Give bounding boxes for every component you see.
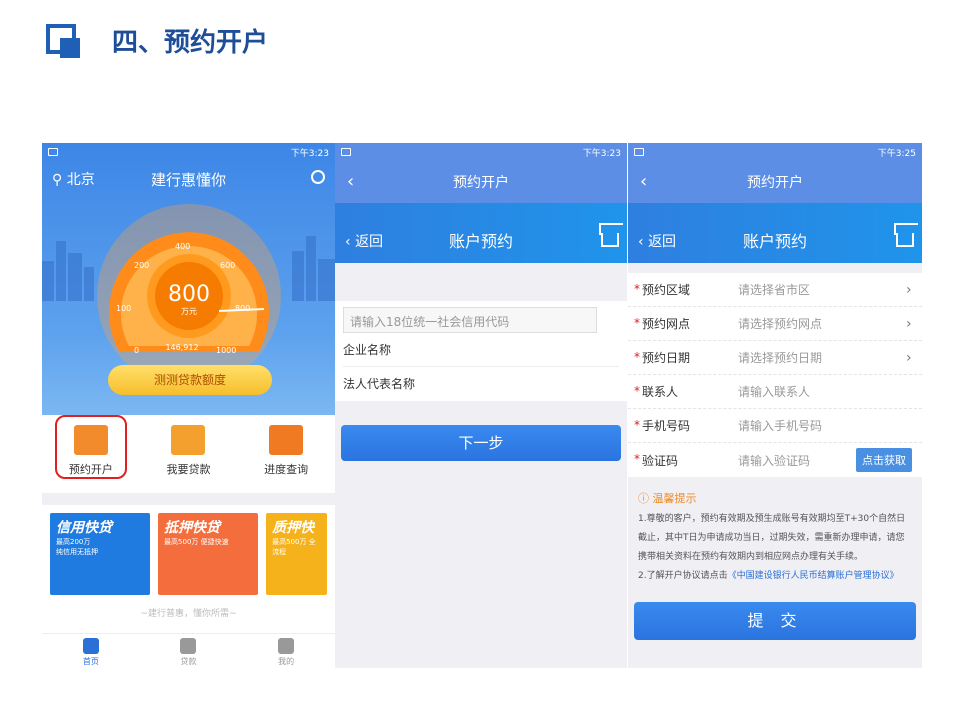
get-code-button[interactable]: 点击获取 [856,448,912,472]
status-time: 下午3:23 [290,148,329,159]
chevron-right-icon: › [906,281,912,298]
required-mark: * [634,418,640,432]
user-icon [278,638,295,654]
status-bar: 下午3:23 [335,143,627,161]
gauge-tick: 1000 [216,346,236,355]
tips-title: ⓘ 温馨提示 [638,492,697,505]
back-button[interactable]: ‹ 返回 [345,231,383,251]
region-field[interactable]: * 预约区域 请选择省市区 › [628,273,922,307]
menu-item-progress[interactable]: 进度查询 [246,415,326,493]
top-nav: ‹ 预约开户 [335,161,627,203]
branch-field[interactable]: * 预约网点 请选择预约网点 › [628,307,922,341]
gauge-tick: 200 [134,261,149,270]
date-field[interactable]: * 预约日期 请选择预约日期 › [628,341,922,375]
status-bar: 下午3:23 [42,143,335,161]
back-chevron-icon[interactable]: ‹ [347,171,354,192]
home-icon [82,638,99,654]
tab-home[interactable]: 首页 [61,638,121,668]
status-bar: 下午3:25 [628,143,922,161]
status-time: 下午3:23 [582,148,621,159]
required-mark: * [634,452,640,466]
notification-icon [341,148,351,156]
phone-field[interactable]: * 手机号码 请输入手机号码 [628,409,922,443]
banner-title: 信用快贷 [56,520,112,536]
top-nav: ‹ 预约开户 [628,161,922,203]
home-hero: 下午3:23 ⚲ 北京 建行惠懂你 0 100 200 400 600 800 … [42,143,335,415]
menu-item-label: 我要贷款 [166,463,211,476]
gauge-tick: 600 [220,261,235,270]
banner-mortgage-loan[interactable]: 抵押快贷 最高500万 便捷快速 [158,513,259,595]
loan-icon [171,425,206,455]
home-icon[interactable] [599,223,623,247]
loan-gauge: 0 100 200 400 600 800 1000 800 万元 146,91… [97,204,281,371]
menu-item-loan[interactable]: 我要贷款 [148,415,228,493]
gauge-unit: 万元 [181,307,197,316]
sub-nav: ‹ 返回 账户预约 [335,203,627,263]
quick-menu: 预约开户 我要贷款 进度查询 [42,415,335,493]
gauge-value: 800 [168,282,210,307]
menu-item-label: 进度查询 [264,463,309,476]
tab-mine[interactable]: 我的 [256,638,316,668]
calc-loan-button[interactable]: 测测贷款额度 [108,365,272,395]
tip-text: 1.尊敬的客户，预约有效期及预生成账号有效期均至T+30个自然日截止，其中T日为… [638,514,906,562]
app-title: 建行惠懂你 [150,171,226,189]
divider [42,493,335,505]
globe-icon[interactable] [311,170,325,184]
verify-code-field[interactable]: * 验证码 请输入验证码 点击获取 [628,443,922,477]
money-bag-icon [180,638,197,654]
product-banners: 信用快贷 最高200万 纯信用无抵押 抵押快贷 最高500万 便捷快速 质押快 … [42,505,335,605]
chevron-right-icon: › [906,315,912,332]
phone-screen-reserve-step1: 下午3:23 ‹ 预约开户 ‹ 返回 账户预约 请输入18位统一社会信用代码 企… [335,143,627,668]
gauge-sub-value: 146,912 [165,343,198,352]
next-step-button[interactable]: 下一步 [341,425,621,461]
slide-title-icon [46,24,80,58]
screen-title: 预约开户 [747,175,803,191]
legal-rep-field[interactable]: 法人代表名称 [343,367,619,401]
banner-pledge-loan[interactable]: 质押快 最高500万 全流程 [266,513,327,595]
screen-title: 预约开户 [453,175,509,191]
reserve-account-icon [73,425,108,455]
gauge-tick: 0 [134,346,139,355]
menu-item-reserve-account[interactable]: 预约开户 [51,415,131,493]
tips-section: ⓘ 温馨提示 1.尊敬的客户，预约有效期及预生成账号有效期均至T+30个自然日截… [628,477,922,586]
submit-button[interactable]: 提 交 [634,602,916,640]
back-chevron-icon[interactable]: ‹ [640,171,647,192]
home-icon[interactable] [894,223,918,247]
banner-line: 最高500万 全流程 [272,538,316,556]
tab-loan[interactable]: 贷款 [158,638,218,668]
notification-icon [634,148,644,156]
sub-nav: ‹ 返回 账户预约 [628,203,922,263]
phone-screen-home: 下午3:23 ⚲ 北京 建行惠懂你 0 100 200 400 600 800 … [42,143,335,668]
slide-title: 四、预约开户 [112,28,269,58]
company-name-field[interactable]: 企业名称 [343,333,619,367]
credit-code-input[interactable]: 请输入18位统一社会信用代码 [343,307,597,333]
bottom-tab-bar: 首页 贷款 我的 [42,633,335,668]
banner-title: 抵押快贷 [164,520,221,536]
banner-title: 质押快 [272,520,315,536]
slogan: ~建行普惠，懂你所需~ [42,605,335,633]
banner-line: 最高200万 [56,538,91,546]
notification-icon [48,148,58,156]
tip-text: 2.了解开户协议请点击《中国建设银行人民币结算账户管理协议》 [638,571,899,581]
contact-field[interactable]: * 联系人 请输入联系人 [628,375,922,409]
chevron-right-icon: › [906,349,912,366]
progress-search-icon [269,425,304,455]
required-mark: * [634,316,640,330]
banner-line: 纯信用无抵押 [56,548,98,556]
company-form: 请输入18位统一社会信用代码 企业名称 法人代表名称 [335,301,627,401]
phone-screen-reserve-step2: 下午3:25 ‹ 预约开户 ‹ 返回 账户预约 * 预约区域 请选择省市区 › … [628,143,922,668]
back-button[interactable]: ‹ 返回 [638,231,676,251]
gauge-tick: 400 [175,242,190,251]
agreement-link[interactable]: 《中国建设银行人民币结算账户管理协议》 [728,571,899,581]
gauge-tick: 100 [116,304,131,313]
banner-line: 最高500万 便捷快速 [164,538,229,546]
reservation-form: * 预约区域 请选择省市区 › * 预约网点 请选择预约网点 › * 预约日期 … [628,273,922,477]
required-mark: * [634,282,640,296]
required-mark: * [634,350,640,364]
required-mark: * [634,384,640,398]
status-time: 下午3:25 [877,148,916,159]
menu-item-label: 预约开户 [68,463,113,476]
gauge-tick: 800 [235,304,250,313]
banner-credit-loan[interactable]: 信用快贷 最高200万 纯信用无抵押 [50,513,151,595]
